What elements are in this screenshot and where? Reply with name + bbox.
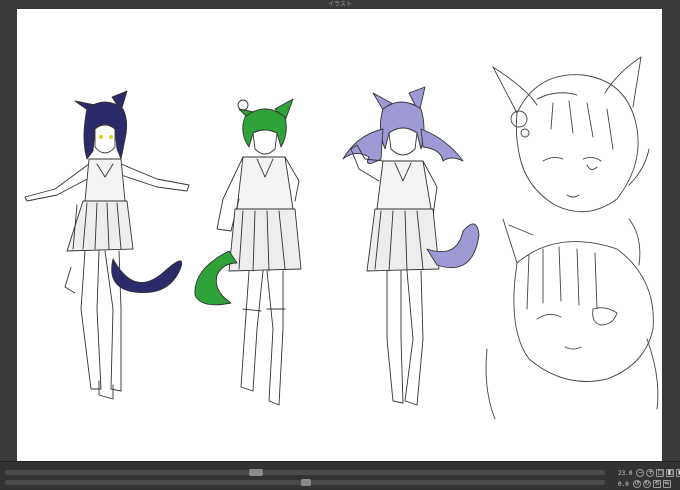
canvas-frame-left [0, 9, 17, 461]
zoom-controls: 23.0 − + □ ◧ ▣ [618, 468, 680, 478]
rotation-slider-thumb[interactable] [301, 479, 311, 486]
character-sketch-3 [342, 86, 480, 406]
reset-rotation-icon[interactable]: ⟲ [652, 480, 661, 488]
rotate-right-icon[interactable]: ↻ [642, 480, 651, 488]
reset-icon[interactable]: ▣ [676, 469, 680, 477]
scrollbar-thumb[interactable] [249, 469, 263, 476]
rotate-left-icon[interactable]: ↺ [632, 480, 641, 488]
mirror-icon[interactable]: ⇋ [662, 480, 671, 488]
head-study-bottom [485, 218, 659, 420]
character-sketch-1 [24, 90, 190, 400]
horizontal-scrollbar[interactable] [5, 469, 605, 476]
canvas-frame-right [662, 9, 680, 461]
title-bar: イラスト [0, 0, 680, 9]
head-study-top [492, 56, 650, 213]
sketch-artwork [24, 56, 659, 420]
rotation-slider[interactable] [5, 479, 605, 486]
drawing-canvas[interactable] [17, 9, 662, 461]
fit-icon[interactable]: □ [656, 469, 665, 477]
rotation-controls: 0.0 ↺ ↻ ⟲ ⇋ [618, 479, 671, 489]
flip-icon[interactable]: ◧ [666, 469, 675, 477]
plus-icon[interactable]: + [646, 469, 655, 477]
minus-icon[interactable]: − [636, 469, 645, 477]
status-bar: 23.0 − + □ ◧ ▣ 0.0 ↺ ↻ ⟲ ⇋ [0, 461, 680, 490]
angle-value: 0.0 [618, 480, 629, 488]
zoom-value: 23.0 [618, 469, 633, 477]
window-title: イラスト [328, 1, 352, 8]
character-sketch-2 [194, 98, 302, 406]
